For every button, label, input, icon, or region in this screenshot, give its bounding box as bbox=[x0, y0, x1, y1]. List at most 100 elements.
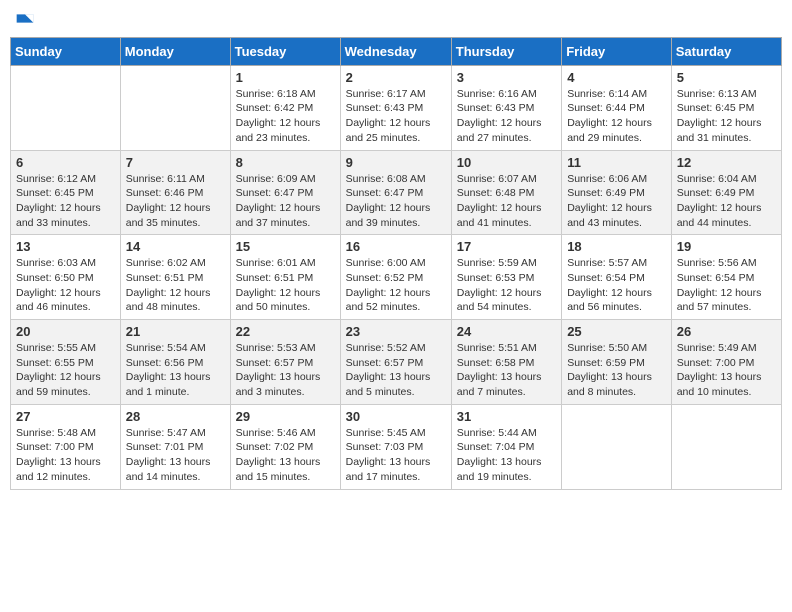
calendar-cell: 14 Sunrise: 6:02 AM Sunset: 6:51 PM Dayli… bbox=[120, 235, 230, 320]
weekday-header-monday: Monday bbox=[120, 37, 230, 65]
day-info: Sunrise: 6:12 AM Sunset: 6:45 PM Dayligh… bbox=[16, 172, 115, 231]
logo-flag-icon bbox=[15, 11, 35, 31]
day-info: Sunrise: 6:16 AM Sunset: 6:43 PM Dayligh… bbox=[457, 87, 556, 146]
calendar-cell: 10Sunrise: 6:07 AM Sunset: 6:48 PM Dayli… bbox=[451, 150, 561, 235]
day-info: Sunrise: 5:51 AM Sunset: 6:58 PM Dayligh… bbox=[457, 341, 556, 400]
day-number: 23 bbox=[346, 324, 446, 339]
calendar-cell: 28 Sunrise: 5:47 AM Sunset: 7:01 PM Dayli… bbox=[120, 404, 230, 489]
day-info: Sunrise: 5:49 AM Sunset: 7:00 PM Dayligh… bbox=[677, 341, 776, 400]
day-info: Sunrise: 5:45 AM Sunset: 7:03 PM Dayligh… bbox=[346, 426, 446, 485]
calendar-cell: 1 Sunrise: 6:18 AM Sunset: 6:42 PM Daylig… bbox=[230, 65, 340, 150]
day-number: 28 bbox=[126, 409, 225, 424]
day-number: 10 bbox=[457, 155, 556, 170]
day-number: 7 bbox=[126, 155, 225, 170]
calendar-cell: 20 Sunrise: 5:55 AM Sunset: 6:55 PM Dayli… bbox=[11, 320, 121, 405]
day-info: Sunrise: 6:11 AM Sunset: 6:46 PM Dayligh… bbox=[126, 172, 225, 231]
day-number: 1 bbox=[236, 70, 335, 85]
calendar-cell: 27 Sunrise: 5:48 AM Sunset: 7:00 PM Dayli… bbox=[11, 404, 121, 489]
weekday-header-tuesday: Tuesday bbox=[230, 37, 340, 65]
logo-general-text bbox=[14, 10, 35, 31]
day-number: 25 bbox=[567, 324, 666, 339]
calendar-cell: 23 Sunrise: 5:52 AM Sunset: 6:57 PM Dayli… bbox=[340, 320, 451, 405]
day-info: Sunrise: 5:53 AM Sunset: 6:57 PM Dayligh… bbox=[236, 341, 335, 400]
day-number: 11 bbox=[567, 155, 666, 170]
day-info: Sunrise: 5:59 AM Sunset: 6:53 PM Dayligh… bbox=[457, 256, 556, 315]
day-info: Sunrise: 5:46 AM Sunset: 7:02 PM Dayligh… bbox=[236, 426, 335, 485]
day-number: 18 bbox=[567, 239, 666, 254]
calendar-cell: 11 Sunrise: 6:06 AM Sunset: 6:49 PM Dayli… bbox=[562, 150, 672, 235]
calendar-cell: 17 Sunrise: 5:59 AM Sunset: 6:53 PM Dayli… bbox=[451, 235, 561, 320]
calendar-week-row: 6 Sunrise: 6:12 AM Sunset: 6:45 PM Daylig… bbox=[11, 150, 782, 235]
calendar-cell: 25Sunrise: 5:50 AM Sunset: 6:59 PM Dayli… bbox=[562, 320, 672, 405]
calendar-cell: 5 Sunrise: 6:13 AM Sunset: 6:45 PM Daylig… bbox=[671, 65, 781, 150]
day-info: Sunrise: 6:09 AM Sunset: 6:47 PM Dayligh… bbox=[236, 172, 335, 231]
day-info: Sunrise: 5:54 AM Sunset: 6:56 PM Dayligh… bbox=[126, 341, 225, 400]
weekday-header-sunday: Sunday bbox=[11, 37, 121, 65]
calendar-cell: 4 Sunrise: 6:14 AM Sunset: 6:44 PM Daylig… bbox=[562, 65, 672, 150]
day-info: Sunrise: 5:48 AM Sunset: 7:00 PM Dayligh… bbox=[16, 426, 115, 485]
calendar-cell: 2 Sunrise: 6:17 AM Sunset: 6:43 PM Daylig… bbox=[340, 65, 451, 150]
calendar-week-row: 20 Sunrise: 5:55 AM Sunset: 6:55 PM Dayli… bbox=[11, 320, 782, 405]
weekday-header-wednesday: Wednesday bbox=[340, 37, 451, 65]
day-number: 19 bbox=[677, 239, 776, 254]
day-number: 26 bbox=[677, 324, 776, 339]
day-number: 2 bbox=[346, 70, 446, 85]
day-number: 15 bbox=[236, 239, 335, 254]
day-number: 31 bbox=[457, 409, 556, 424]
calendar-cell: 31 Sunrise: 5:44 AM Sunset: 7:04 PM Dayli… bbox=[451, 404, 561, 489]
day-number: 21 bbox=[126, 324, 225, 339]
day-number: 8 bbox=[236, 155, 335, 170]
calendar-cell: 6 Sunrise: 6:12 AM Sunset: 6:45 PM Daylig… bbox=[11, 150, 121, 235]
day-number: 16 bbox=[346, 239, 446, 254]
calendar-cell: 29 Sunrise: 5:46 AM Sunset: 7:02 PM Dayli… bbox=[230, 404, 340, 489]
day-number: 4 bbox=[567, 70, 666, 85]
calendar-cell: 13Sunrise: 6:03 AM Sunset: 6:50 PM Dayli… bbox=[11, 235, 121, 320]
day-number: 30 bbox=[346, 409, 446, 424]
day-number: 27 bbox=[16, 409, 115, 424]
page-header bbox=[10, 10, 782, 31]
day-info: Sunrise: 6:06 AM Sunset: 6:49 PM Dayligh… bbox=[567, 172, 666, 231]
day-number: 17 bbox=[457, 239, 556, 254]
calendar-cell: 15 Sunrise: 6:01 AM Sunset: 6:51 PM Dayli… bbox=[230, 235, 340, 320]
day-info: Sunrise: 6:14 AM Sunset: 6:44 PM Dayligh… bbox=[567, 87, 666, 146]
day-info: Sunrise: 6:13 AM Sunset: 6:45 PM Dayligh… bbox=[677, 87, 776, 146]
day-number: 29 bbox=[236, 409, 335, 424]
day-info: Sunrise: 5:47 AM Sunset: 7:01 PM Dayligh… bbox=[126, 426, 225, 485]
calendar-cell: 19 Sunrise: 5:56 AM Sunset: 6:54 PM Dayli… bbox=[671, 235, 781, 320]
day-number: 9 bbox=[346, 155, 446, 170]
day-number: 12 bbox=[677, 155, 776, 170]
calendar-cell: 3 Sunrise: 6:16 AM Sunset: 6:43 PM Daylig… bbox=[451, 65, 561, 150]
day-info: Sunrise: 5:44 AM Sunset: 7:04 PM Dayligh… bbox=[457, 426, 556, 485]
weekday-header-thursday: Thursday bbox=[451, 37, 561, 65]
day-info: Sunrise: 6:02 AM Sunset: 6:51 PM Dayligh… bbox=[126, 256, 225, 315]
day-number: 5 bbox=[677, 70, 776, 85]
weekday-header-saturday: Saturday bbox=[671, 37, 781, 65]
weekday-header-friday: Friday bbox=[562, 37, 672, 65]
day-info: Sunrise: 5:56 AM Sunset: 6:54 PM Dayligh… bbox=[677, 256, 776, 315]
day-info: Sunrise: 6:03 AM Sunset: 6:50 PM Dayligh… bbox=[16, 256, 115, 315]
day-info: Sunrise: 6:17 AM Sunset: 6:43 PM Dayligh… bbox=[346, 87, 446, 146]
day-info: Sunrise: 5:52 AM Sunset: 6:57 PM Dayligh… bbox=[346, 341, 446, 400]
calendar-cell bbox=[11, 65, 121, 150]
calendar-cell bbox=[120, 65, 230, 150]
day-info: Sunrise: 6:01 AM Sunset: 6:51 PM Dayligh… bbox=[236, 256, 335, 315]
calendar-cell: 7 Sunrise: 6:11 AM Sunset: 6:46 PM Daylig… bbox=[120, 150, 230, 235]
day-number: 3 bbox=[457, 70, 556, 85]
calendar-cell: 16 Sunrise: 6:00 AM Sunset: 6:52 PM Dayli… bbox=[340, 235, 451, 320]
calendar-cell: 18 Sunrise: 5:57 AM Sunset: 6:54 PM Dayli… bbox=[562, 235, 672, 320]
calendar-cell: 24 Sunrise: 5:51 AM Sunset: 6:58 PM Dayli… bbox=[451, 320, 561, 405]
day-info: Sunrise: 5:55 AM Sunset: 6:55 PM Dayligh… bbox=[16, 341, 115, 400]
day-number: 14 bbox=[126, 239, 225, 254]
day-number: 20 bbox=[16, 324, 115, 339]
day-number: 24 bbox=[457, 324, 556, 339]
day-info: Sunrise: 6:00 AM Sunset: 6:52 PM Dayligh… bbox=[346, 256, 446, 315]
day-info: Sunrise: 5:57 AM Sunset: 6:54 PM Dayligh… bbox=[567, 256, 666, 315]
calendar-cell: 22Sunrise: 5:53 AM Sunset: 6:57 PM Dayli… bbox=[230, 320, 340, 405]
calendar-header-row: SundayMondayTuesdayWednesdayThursdayFrid… bbox=[11, 37, 782, 65]
calendar-cell: 30 Sunrise: 5:45 AM Sunset: 7:03 PM Dayli… bbox=[340, 404, 451, 489]
calendar-cell: 9Sunrise: 6:08 AM Sunset: 6:47 PM Daylig… bbox=[340, 150, 451, 235]
calendar-cell bbox=[671, 404, 781, 489]
day-number: 6 bbox=[16, 155, 115, 170]
day-info: Sunrise: 6:18 AM Sunset: 6:42 PM Dayligh… bbox=[236, 87, 335, 146]
day-info: Sunrise: 6:04 AM Sunset: 6:49 PM Dayligh… bbox=[677, 172, 776, 231]
